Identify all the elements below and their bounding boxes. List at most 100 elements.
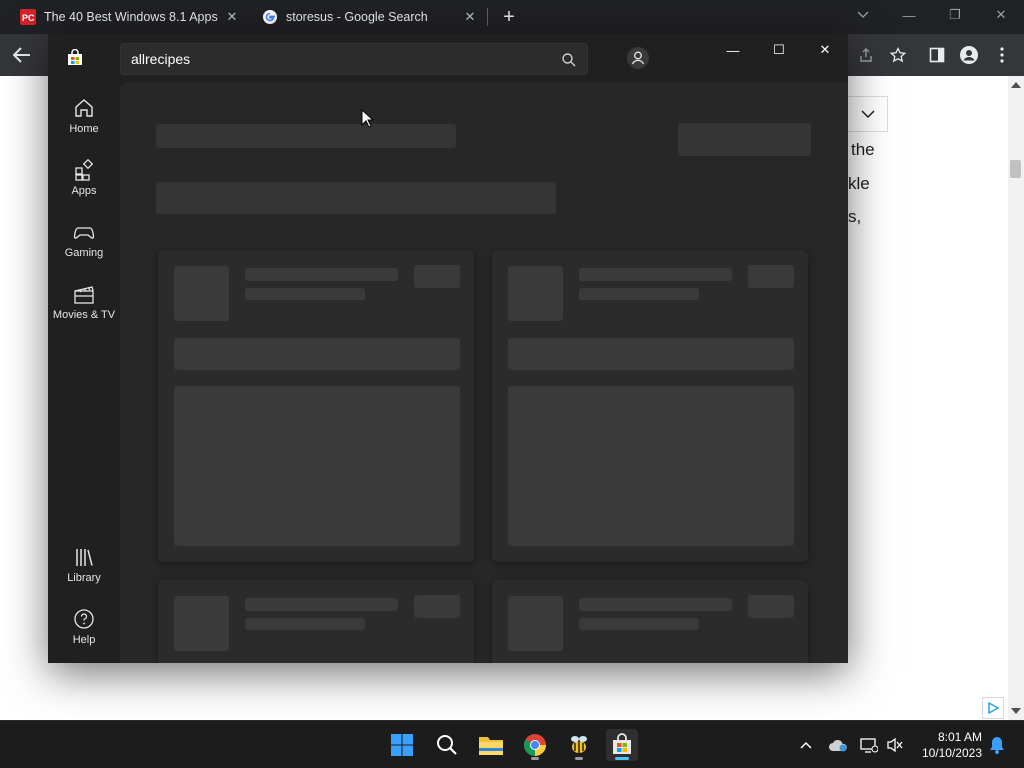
google-icon xyxy=(262,9,278,25)
app-card-placeholder xyxy=(492,250,808,562)
store-search-input[interactable]: allrecipes xyxy=(120,43,588,75)
mouse-cursor-icon xyxy=(361,109,373,128)
icon-placeholder xyxy=(174,596,229,651)
nav-apps[interactable]: Apps xyxy=(48,150,120,206)
chrome-taskbar-button[interactable] xyxy=(519,729,551,761)
microsoft-store-logo-icon xyxy=(68,49,82,65)
text-placeholder xyxy=(579,598,732,611)
file-explorer-button[interactable] xyxy=(475,729,507,761)
search-icon xyxy=(437,735,457,755)
text-placeholder xyxy=(245,288,365,300)
running-indicator xyxy=(531,757,539,760)
search-query: allrecipes xyxy=(131,51,191,67)
start-icon xyxy=(391,734,413,756)
volume-muted-icon[interactable] xyxy=(884,733,906,757)
close-button[interactable]: ✕ xyxy=(978,0,1024,30)
button-placeholder xyxy=(414,595,460,618)
icon-placeholder xyxy=(508,596,563,651)
taskbar: 8:01 AM 10/10/2023 xyxy=(0,720,1024,768)
back-arrow-icon[interactable] xyxy=(10,43,34,67)
nav-label: Apps xyxy=(71,185,97,197)
text-placeholder xyxy=(579,288,699,300)
store-maximize-button[interactable]: ☐ xyxy=(756,34,802,66)
tab-search-chevron-icon[interactable] xyxy=(840,0,886,30)
button-placeholder xyxy=(748,595,794,618)
account-icon[interactable] xyxy=(626,46,650,70)
taskbar-search-button[interactable] xyxy=(431,729,463,761)
browser-tab-strip: PC The 40 Best Windows 8.1 Apps | ✕ stor… xyxy=(0,0,1024,34)
onedrive-icon[interactable] xyxy=(827,733,849,757)
page-dropdown[interactable] xyxy=(848,96,888,132)
close-tab-icon[interactable]: ✕ xyxy=(222,7,242,27)
button-placeholder xyxy=(414,265,460,288)
app-card-placeholder xyxy=(158,250,474,562)
scroll-down-arrow-icon[interactable] xyxy=(1011,708,1021,714)
image-placeholder xyxy=(174,386,460,546)
tab-title: The 40 Best Windows 8.1 Apps | xyxy=(44,10,222,24)
store-close-button[interactable]: ✕ xyxy=(802,34,848,66)
page-text-fragment: the xyxy=(851,140,875,159)
text-placeholder xyxy=(245,598,398,611)
nav-library[interactable]: Library xyxy=(48,537,120,593)
store-content-loading xyxy=(120,82,848,663)
home-icon xyxy=(75,99,93,117)
new-tab-button[interactable]: + xyxy=(498,6,520,28)
network-icon[interactable] xyxy=(858,733,880,757)
tab-google-search[interactable]: storesus - Google Search ✕ xyxy=(250,0,486,34)
close-tab-icon[interactable]: ✕ xyxy=(460,7,480,27)
button-placeholder xyxy=(678,123,811,156)
nav-label: Help xyxy=(72,634,96,646)
nav-label: Gaming xyxy=(64,247,104,259)
tab-separator xyxy=(487,8,488,26)
text-placeholder xyxy=(245,618,365,630)
system-clock[interactable]: 8:01 AM 10/10/2023 xyxy=(910,729,982,761)
search-icon[interactable] xyxy=(561,52,577,68)
pcmag-icon: PC xyxy=(20,9,36,25)
bar-placeholder xyxy=(174,338,460,370)
profile-icon[interactable] xyxy=(957,43,981,67)
store-sidebar: Home Apps Gaming Movies & TV Library Hel… xyxy=(48,82,120,663)
minimize-button[interactable]: — xyxy=(886,0,932,30)
nav-help[interactable]: Help xyxy=(48,599,120,655)
chrome-menu-icon[interactable] xyxy=(990,43,1014,67)
adchoices-icon[interactable] xyxy=(982,697,1004,719)
side-panel-icon[interactable] xyxy=(925,43,949,67)
microsoft-store-taskbar-button[interactable] xyxy=(606,729,638,761)
image-placeholder xyxy=(508,386,794,546)
nav-label: Library xyxy=(67,572,101,584)
notification-bell-icon[interactable] xyxy=(986,733,1008,757)
app-card-placeholder xyxy=(492,580,808,663)
start-button[interactable] xyxy=(386,729,418,761)
bar-placeholder xyxy=(508,338,794,370)
store-titlebar[interactable]: allrecipes — ☐ ✕ xyxy=(48,34,848,82)
scrollbar-thumb[interactable] xyxy=(1010,160,1021,178)
text-placeholder xyxy=(579,618,699,630)
tab-pcmag[interactable]: PC The 40 Best Windows 8.1 Apps | ✕ xyxy=(8,0,248,34)
gamepad-icon xyxy=(73,227,95,239)
scroll-up-arrow-icon[interactable] xyxy=(1011,82,1021,88)
nav-movies-tv[interactable]: Movies & TV xyxy=(48,274,120,330)
nav-gaming[interactable]: Gaming xyxy=(48,212,120,268)
title-placeholder xyxy=(156,124,456,148)
text-placeholder xyxy=(579,268,732,281)
library-icon xyxy=(76,549,93,566)
microsoft-store-window: allrecipes — ☐ ✕ Home Apps Gaming Movies… xyxy=(48,34,848,663)
microsoft-store-icon xyxy=(613,733,631,754)
clock-time: 8:01 AM xyxy=(937,730,982,744)
chrome-icon xyxy=(524,734,546,756)
clapperboard-icon xyxy=(74,286,94,304)
tab-title: storesus - Google Search xyxy=(286,10,428,24)
running-indicator xyxy=(575,757,583,760)
help-icon xyxy=(74,609,94,629)
show-hidden-icons-chevron-icon[interactable] xyxy=(795,733,817,757)
share-icon[interactable] xyxy=(854,43,878,67)
store-minimize-button[interactable]: — xyxy=(710,34,756,66)
bee-app-button[interactable] xyxy=(563,729,595,761)
page-text-fragment: kle xyxy=(848,174,870,193)
subtitle-placeholder xyxy=(156,182,556,214)
file-explorer-icon xyxy=(479,737,503,755)
restore-button[interactable]: ❐ xyxy=(932,0,978,30)
bookmark-star-icon[interactable] xyxy=(886,43,910,67)
nav-home[interactable]: Home xyxy=(48,88,120,144)
button-placeholder xyxy=(748,265,794,288)
